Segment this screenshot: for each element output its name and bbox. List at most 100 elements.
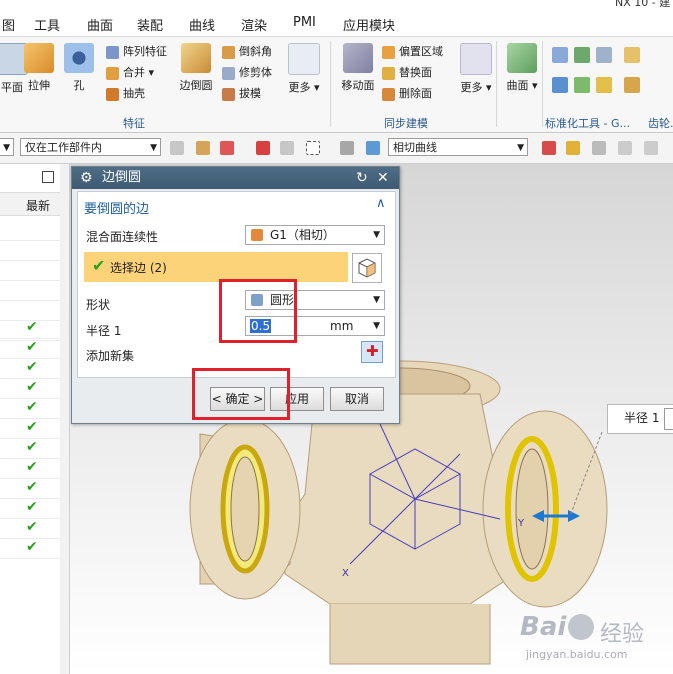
- dialog-titlebar[interactable]: ⚙ 边倒圆 ↻ ✕: [72, 167, 399, 189]
- delete-face-icon: [382, 87, 395, 101]
- navigator-row[interactable]: ✔: [0, 498, 60, 519]
- move-face-button[interactable]: 移动面: [336, 43, 380, 93]
- add-set-button[interactable]: ✚: [361, 341, 383, 363]
- menu-app-modules[interactable]: 应用模块: [343, 15, 395, 34]
- delete-face-button[interactable]: 删除面: [382, 85, 432, 103]
- line-icon[interactable]: [644, 141, 658, 155]
- body-icon[interactable]: [366, 141, 380, 155]
- chevron-down-icon: ▼: [150, 143, 157, 153]
- gear-tool-icon[interactable]: [624, 77, 640, 93]
- box-select-icon[interactable]: [306, 141, 320, 155]
- checkmark-icon: ✔: [26, 359, 38, 375]
- snap-point-icon[interactable]: [256, 141, 270, 155]
- collapse-icon[interactable]: ∧: [376, 196, 386, 211]
- navigator-row[interactable]: ✔: [0, 538, 60, 559]
- navigator-row[interactable]: ✔: [0, 358, 60, 379]
- scope-filter-value: 仅在工作部件内: [25, 141, 102, 154]
- menu-view[interactable]: 图: [2, 15, 15, 34]
- dot-icon[interactable]: [592, 141, 606, 155]
- curve-rule-select[interactable]: 相切曲线 ▼: [388, 138, 528, 156]
- watermark-brand: Bai: [520, 612, 567, 642]
- navigator-row[interactable]: [0, 240, 60, 261]
- gear-tool-icon[interactable]: [624, 47, 640, 63]
- baidu-watermark: Bai 经验 jingyan.baidu.com: [520, 612, 670, 672]
- navigator-row[interactable]: [0, 280, 60, 301]
- pattern-icon: [106, 45, 119, 59]
- navigator-row[interactable]: ✔: [0, 438, 60, 459]
- stop-icon[interactable]: [542, 141, 556, 155]
- surface-button[interactable]: 曲面 ▾: [500, 43, 544, 93]
- arrow-icon[interactable]: [566, 141, 580, 155]
- more-sync-button[interactable]: 更多 ▾: [454, 43, 498, 95]
- navigator-row[interactable]: ✔: [0, 458, 60, 479]
- checkmark-icon: ✔: [26, 379, 38, 395]
- trim-body-label: 修剪体: [239, 66, 272, 79]
- navigator-row[interactable]: [0, 300, 60, 321]
- filter-icon[interactable]: [170, 141, 184, 155]
- trim-body-button[interactable]: 修剪体: [222, 64, 272, 82]
- intent-icon[interactable]: [280, 141, 294, 155]
- select-edge-row[interactable]: ✔ 选择边 (2): [84, 252, 348, 282]
- part-navigator: 最新 ✔ ✔ ✔ ✔ ✔ ✔ ✔ ✔ ✔ ✔ ✔ ✔: [0, 164, 61, 674]
- group-separator: [330, 41, 331, 127]
- replace-face-button[interactable]: 替换面: [382, 64, 432, 82]
- navigator-row[interactable]: [0, 220, 60, 241]
- navigator-splitter[interactable]: [60, 164, 70, 674]
- std-tool-icon[interactable]: [596, 77, 612, 93]
- navigator-column-header[interactable]: 最新: [0, 193, 60, 216]
- menu-surface[interactable]: 曲面: [87, 15, 113, 34]
- pattern-feature-button[interactable]: 阵列特征: [106, 43, 167, 61]
- continuity-dropdown[interactable]: G1（相切） ▼: [245, 225, 385, 245]
- std-tool-icon[interactable]: [574, 77, 590, 93]
- radius-screen-field[interactable]: [664, 408, 673, 430]
- checkmark-icon: ✔: [26, 479, 38, 495]
- menu-tools[interactable]: 工具: [34, 15, 60, 34]
- std-tool-icon[interactable]: [596, 47, 612, 63]
- shape-radius-highlight: [219, 279, 297, 343]
- std-tool-icon[interactable]: [574, 47, 590, 63]
- gear-icon[interactable]: ⚙: [80, 167, 93, 189]
- shell-button[interactable]: 抽壳: [106, 85, 145, 103]
- hole-button[interactable]: 孔: [57, 43, 101, 93]
- navigator-row[interactable]: ✔: [0, 418, 60, 439]
- navigator-row[interactable]: ✔: [0, 478, 60, 499]
- radius-screen-input[interactable]: 半径 1: [607, 404, 673, 434]
- scope-filter-select[interactable]: 仅在工作部件内 ▼: [20, 138, 161, 156]
- edge-blend-button[interactable]: 边倒圆: [174, 43, 218, 93]
- chamfer-button[interactable]: 倒斜角: [222, 43, 272, 61]
- cancel-button[interactable]: 取消: [330, 387, 384, 411]
- navigator-row[interactable]: ✔: [0, 338, 60, 359]
- navigator-row[interactable]: ✔: [0, 518, 60, 539]
- std-tool-icon[interactable]: [552, 77, 568, 93]
- line-icon[interactable]: [618, 141, 632, 155]
- latest-column-header: 最新: [26, 199, 51, 213]
- navigator-row[interactable]: [0, 320, 60, 341]
- snap-icon[interactable]: [196, 141, 210, 155]
- maximize-icon[interactable]: [42, 171, 54, 183]
- unite-button[interactable]: 合并 ▾: [106, 64, 154, 82]
- menu-bar: 图 工具 曲面 装配 曲线 渲染 PMI 应用模块: [0, 8, 673, 37]
- navigator-row[interactable]: ✔: [0, 378, 60, 399]
- menu-assembly[interactable]: 装配: [137, 15, 163, 34]
- menu-render[interactable]: 渲染: [241, 15, 267, 34]
- hole-icon: [64, 43, 94, 73]
- navigator-row[interactable]: ✔: [0, 398, 60, 419]
- select-point-icon[interactable]: [220, 141, 234, 155]
- std-tools-group-label: 标准化工具 - G...: [545, 117, 630, 130]
- type-filter-select[interactable]: ▼: [0, 138, 14, 156]
- reset-icon[interactable]: ↻: [356, 167, 368, 189]
- close-icon[interactable]: ✕: [377, 167, 389, 189]
- select-edge-button[interactable]: [352, 253, 382, 283]
- feature-icon[interactable]: [340, 141, 354, 155]
- chevron-down-icon: ▼: [517, 143, 524, 153]
- checkmark-icon: ✔: [26, 419, 38, 435]
- more-features-button[interactable]: 更多 ▾: [282, 43, 326, 95]
- extrude-button[interactable]: 拉伸: [17, 43, 61, 93]
- std-tool-icon[interactable]: [552, 47, 568, 63]
- menu-pmi[interactable]: PMI: [293, 15, 316, 30]
- menu-curve[interactable]: 曲线: [189, 15, 215, 34]
- draft-button[interactable]: 拔模: [222, 85, 261, 103]
- navigator-row[interactable]: [0, 260, 60, 281]
- offset-region-button[interactable]: 偏置区域: [382, 43, 443, 61]
- trim-body-icon: [222, 66, 235, 80]
